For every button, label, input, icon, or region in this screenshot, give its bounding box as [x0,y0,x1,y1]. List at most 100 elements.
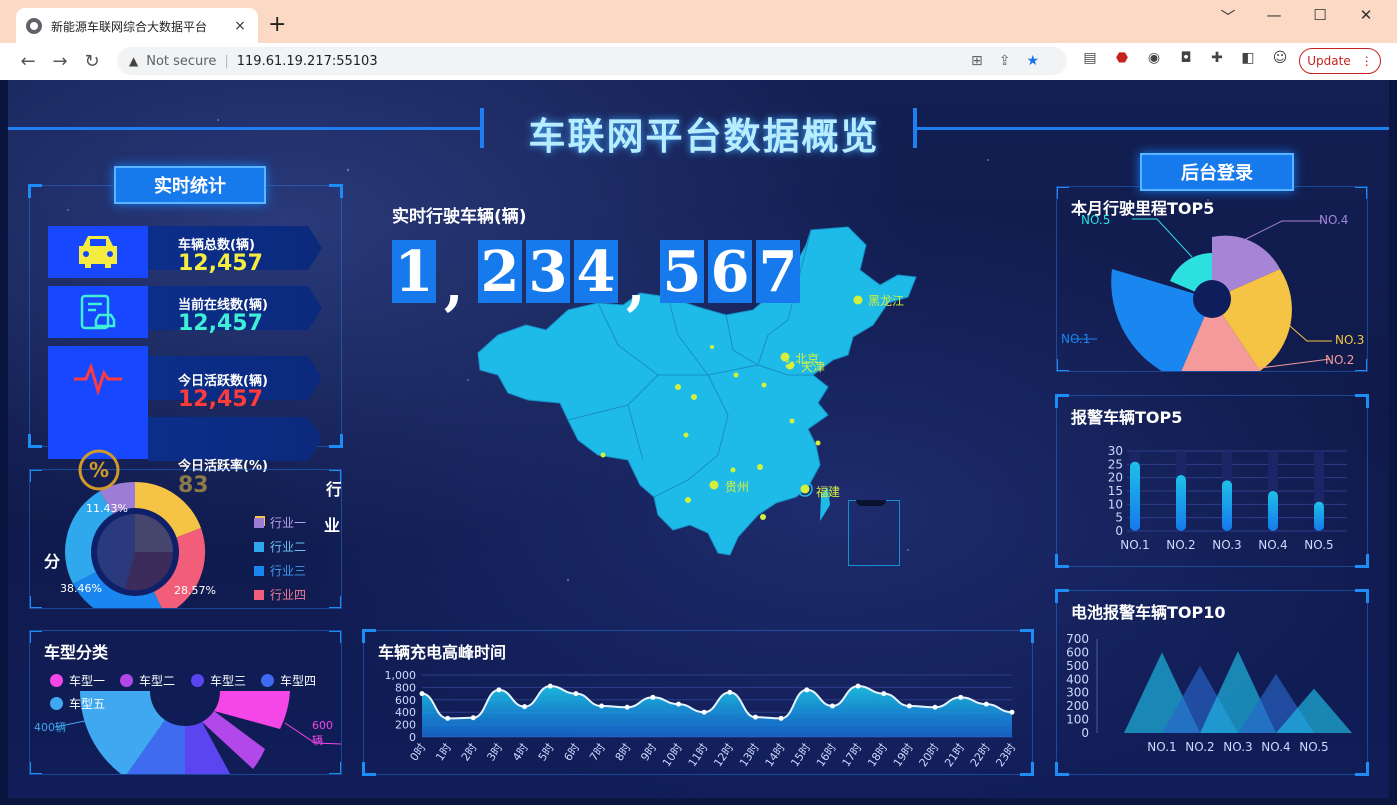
industry-label-partial: 业 [324,516,341,535]
industry-pct-b: 28.57% [174,584,216,597]
reload-icon[interactable]: ↻ [78,51,106,72]
legend-label: 车型四 [280,674,317,688]
charging-panel: 车辆充电高峰时间 0 200 400 600 800 1,000 0时 1时 2时 3时 4时 5时 6… [362,629,1034,776]
browser-tab[interactable]: 新能源车联网综合大数据平台 × [16,8,258,44]
login-button[interactable]: 后台登录 [1140,153,1294,191]
charging-point [778,715,784,721]
legend-label: 车型二 [139,674,176,688]
charging-point [650,694,656,700]
industry-title: 行 [326,480,342,499]
minimize-button[interactable]: — [1254,6,1294,24]
charging-area [422,686,1012,737]
y-tick-label: 400 [1066,672,1089,686]
x-tick-label: 15时 [788,741,813,769]
charging-point [906,703,912,709]
legend-label: 车型五 [69,697,106,711]
realtime-badge[interactable]: 实时统计 [114,166,266,204]
x-tick-label: 3时 [484,741,505,763]
tab-search-icon[interactable]: ﹀ [1208,6,1248,27]
camera-icon[interactable]: ◘ [1176,50,1196,66]
maximize-button[interactable]: ☐ [1300,6,1340,24]
x-tick-label: 13时 [737,741,762,769]
x-tick-label: 2时 [459,741,480,763]
alarm-bar [1268,491,1278,531]
x-tick-label: 8时 [613,741,634,763]
y-tick-label: 200 [1066,699,1089,713]
charging-point [804,687,810,693]
x-tick-label: NO.4 [1261,740,1290,754]
x-tick-label: 1时 [433,741,454,763]
city-label: 福建 [816,485,841,499]
charging-point [829,703,835,709]
new-tab-button[interactable]: + [268,14,286,36]
counter-digit: 7 [756,239,800,305]
sidepanel-icon[interactable]: ◧ [1238,50,1258,66]
y-tick-label: 25 [1108,457,1123,471]
industry-legend-item[interactable]: 行业三 [254,562,306,579]
industry-legend-item[interactable]: 行业一 [254,514,306,531]
alarm-bar [1176,475,1186,531]
close-tab-icon[interactable]: × [232,18,248,34]
ublock-icon[interactable]: ⬣ [1112,50,1132,66]
browser-chrome: 新能源车联网综合大数据平台 × + ﹀ — ☐ ✕ ← → ↻ ▲ Not se… [0,0,1397,80]
title-line-right [916,127,1389,130]
extension-a-icon[interactable]: ◉ [1144,50,1164,66]
warning-icon: ▲ [129,54,139,68]
address-bar[interactable]: ▲ Not secure | 119.61.19.217:55103 ⊞⇪★ [117,47,1067,75]
puzzle-icon[interactable]: ✚ [1207,50,1227,66]
page-title: 车联网平台数据概览 [528,115,880,158]
city-label: 黑龙江 [868,294,905,308]
stat-value: 12,457 [178,311,263,336]
south-sea-inset [848,500,900,566]
legend-swatch [120,674,133,687]
vehicle-type-legend-item[interactable]: 车型五 [50,695,105,712]
x-tick-label: 17时 [840,741,865,769]
city-marker[interactable] [709,480,719,490]
close-window-button[interactable]: ✕ [1346,6,1386,24]
charging-point [676,701,682,707]
svg-text:%: % [89,458,109,482]
reading-list-icon[interactable]: ▤ [1080,50,1100,66]
x-tick-label: NO.3 [1223,740,1252,754]
counter-digit: 3 [526,239,570,305]
x-tick-label: 4时 [510,741,531,763]
omnibox-icons[interactable]: ⊞⇪★ [971,53,1055,69]
charging-point [958,694,964,700]
city-marker[interactable] [780,352,790,362]
alarm-panel: 报警车辆TOP5 0 5 10 15 20 25 30 NO.1 NO.2 NO.3 NO.4 NO.… [1055,394,1369,568]
charging-point [445,715,451,721]
update-button[interactable]: Update ⋮ [1299,48,1381,74]
x-tick-label: 0时 [407,741,428,763]
vehicle-type-panel: 车型分类 400辆 600辆 车型一 车型二 车型三 车型四 车型五 [29,630,342,775]
star-icon[interactable]: ★ [1026,53,1055,69]
vehicle-type-legend-item[interactable]: 车型四 [261,672,316,689]
y-tick-label: 10 [1108,497,1123,511]
counter-digit: 5 [660,239,704,305]
city-marker[interactable] [800,484,810,494]
share-icon[interactable]: ⇪ [999,53,1027,69]
x-tick-label: 19时 [891,741,916,769]
vehicle-type-legend-item[interactable]: 车型二 [120,672,175,689]
industry-pct-top: 11.43% [86,502,128,515]
legend-swatch [254,541,264,552]
city-marker[interactable] [853,295,863,305]
legend-label: 行业四 [270,588,307,602]
stat-online: 当前在线数(辆) 12,457 [48,286,322,338]
y-tick-label: 600 [1066,645,1089,659]
security-label: Not secure [146,53,217,69]
x-tick-label: 22时 [968,741,993,769]
vehicle-type-legend-item[interactable]: 车型三 [191,672,246,689]
y-tick-label: 600 [395,694,416,707]
y-tick-label: 30 [1108,444,1123,458]
battery-chart: 0100200300400500600700 NO.1 NO.2 NO.3 NO.4 NO… [1066,632,1352,754]
city-label: 天津 [801,360,826,374]
forward-icon[interactable]: → [46,51,74,72]
avatar[interactable]: ☺ [1270,50,1290,66]
back-icon[interactable]: ← [14,51,42,72]
vehicle-type-legend-item[interactable]: 车型一 [50,672,105,689]
charging-point [522,704,528,710]
industry-legend-item[interactable]: 行业四 [254,586,306,603]
x-tick-label: 10时 [660,741,685,769]
translate-icon[interactable]: ⊞ [971,53,999,69]
industry-legend-item[interactable]: 行业二 [254,538,306,555]
